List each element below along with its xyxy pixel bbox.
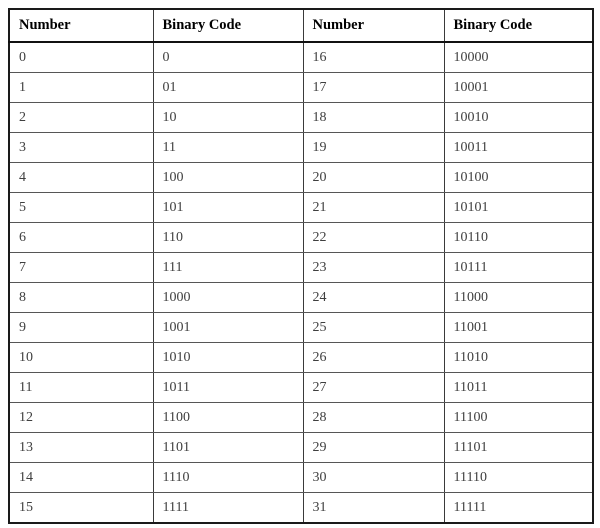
cell-number-right: 25 <box>302 312 445 343</box>
table-row: 12 1100 28 11100 <box>8 402 594 433</box>
table-row: 5 101 21 10101 <box>8 192 594 223</box>
cell-binary-right: 11001 <box>443 312 594 343</box>
cell-number-right: 26 <box>302 342 445 373</box>
column-header-number-left: Number <box>8 9 154 43</box>
cell-number-left: 3 <box>8 132 154 163</box>
cell-binary-right: 10000 <box>443 41 594 73</box>
cell-binary-left: 1101 <box>152 432 304 463</box>
cell-number-right: 20 <box>302 162 445 193</box>
cell-binary-right: 10111 <box>443 252 594 283</box>
cell-number-right: 30 <box>302 462 445 493</box>
cell-binary-right: 11011 <box>443 372 594 403</box>
cell-binary-right: 10010 <box>443 102 594 133</box>
cell-number-left: 4 <box>8 162 154 193</box>
cell-number-right: 17 <box>302 72 445 103</box>
table-row: 2 10 18 10010 <box>8 102 594 133</box>
table-row: 15 1111 31 11111 <box>8 492 594 523</box>
binary-code-table: Number Binary Code Number Binary Code 00… <box>8 8 594 524</box>
cell-binary-right: 10110 <box>443 222 594 253</box>
cell-number-left: 15 <box>8 492 154 523</box>
cell-number-left: 9 <box>8 312 154 343</box>
cell-number-left: 11 <box>8 372 154 403</box>
table-body: 0 0 16 10000 1 01 17 10001 2 10 18 10010 3 11 19 10011 4… <box>8 41 594 523</box>
page-root: Number Binary Code Number Binary Code 00… <box>0 0 600 528</box>
cell-binary-left: 1100 <box>152 402 304 433</box>
cell-number-left: 13 <box>8 432 154 463</box>
cell-binary-left: 11 <box>152 132 304 163</box>
table-row: 10 1010 26 11010 <box>8 342 594 373</box>
cell-number-left: 10 <box>8 342 154 373</box>
table-row: 13 1101 29 11101 <box>8 432 594 463</box>
table-header: Number Binary Code Number Binary Code <box>8 9 594 43</box>
cell-binary-left: 01 <box>152 72 304 103</box>
cell-number-left: 0 <box>8 41 154 73</box>
cell-number-left: 1 <box>8 72 154 103</box>
cell-binary-left: 10 <box>152 102 304 133</box>
cell-binary-right: 11110 <box>443 462 594 493</box>
cell-number-right: 19 <box>302 132 445 163</box>
cell-binary-left: 100 <box>152 162 304 193</box>
column-header-number-right: Number <box>302 9 445 43</box>
cell-binary-right: 11010 <box>443 342 594 373</box>
cell-number-left: 5 <box>8 192 154 223</box>
cell-binary-right: 11100 <box>443 402 594 433</box>
table-container: Number Binary Code Number Binary Code 00… <box>8 8 594 524</box>
cell-binary-right: 10001 <box>443 72 594 103</box>
table-row: 0 0 16 10000 <box>8 41 594 73</box>
cell-binary-left: 1110 <box>152 462 304 493</box>
cell-number-left: 12 <box>8 402 154 433</box>
cell-number-right: 31 <box>302 492 445 523</box>
table-row: 7 111 23 10111 <box>8 252 594 283</box>
table-row: 4 100 20 10100 <box>8 162 594 193</box>
table-row: 14 1110 30 11110 <box>8 462 594 493</box>
cell-binary-left: 101 <box>152 192 304 223</box>
cell-binary-right: 10100 <box>443 162 594 193</box>
table-row: 3 11 19 10011 <box>8 132 594 163</box>
cell-number-left: 8 <box>8 282 154 313</box>
cell-binary-right: 11101 <box>443 432 594 463</box>
cell-binary-right: 10011 <box>443 132 594 163</box>
table-header-row: Number Binary Code Number Binary Code <box>8 9 594 43</box>
cell-binary-left: 0 <box>152 41 304 73</box>
cell-number-left: 7 <box>8 252 154 283</box>
cell-number-right: 23 <box>302 252 445 283</box>
cell-number-left: 6 <box>8 222 154 253</box>
cell-binary-left: 1111 <box>152 492 304 523</box>
cell-binary-right: 11000 <box>443 282 594 313</box>
table-row: 11 1011 27 11011 <box>8 372 594 403</box>
table-row: 8 1000 24 11000 <box>8 282 594 313</box>
column-header-binary-code-left: Binary Code <box>152 9 304 43</box>
cell-number-right: 16 <box>302 41 445 73</box>
table-row: 6 110 22 10110 <box>8 222 594 253</box>
cell-number-right: 27 <box>302 372 445 403</box>
cell-number-right: 24 <box>302 282 445 313</box>
cell-binary-left: 110 <box>152 222 304 253</box>
cell-binary-left: 1000 <box>152 282 304 313</box>
table-row: 9 1001 25 11001 <box>8 312 594 343</box>
cell-binary-left: 1010 <box>152 342 304 373</box>
column-header-binary-code-right: Binary Code <box>443 9 594 43</box>
cell-binary-left: 111 <box>152 252 304 283</box>
cell-number-right: 18 <box>302 102 445 133</box>
cell-binary-left: 1001 <box>152 312 304 343</box>
cell-number-right: 21 <box>302 192 445 223</box>
cell-number-left: 14 <box>8 462 154 493</box>
cell-number-right: 28 <box>302 402 445 433</box>
cell-binary-right: 10101 <box>443 192 594 223</box>
cell-number-left: 2 <box>8 102 154 133</box>
cell-number-right: 22 <box>302 222 445 253</box>
table-row: 1 01 17 10001 <box>8 72 594 103</box>
cell-number-right: 29 <box>302 432 445 463</box>
cell-binary-right: 11111 <box>443 492 594 523</box>
cell-binary-left: 1011 <box>152 372 304 403</box>
